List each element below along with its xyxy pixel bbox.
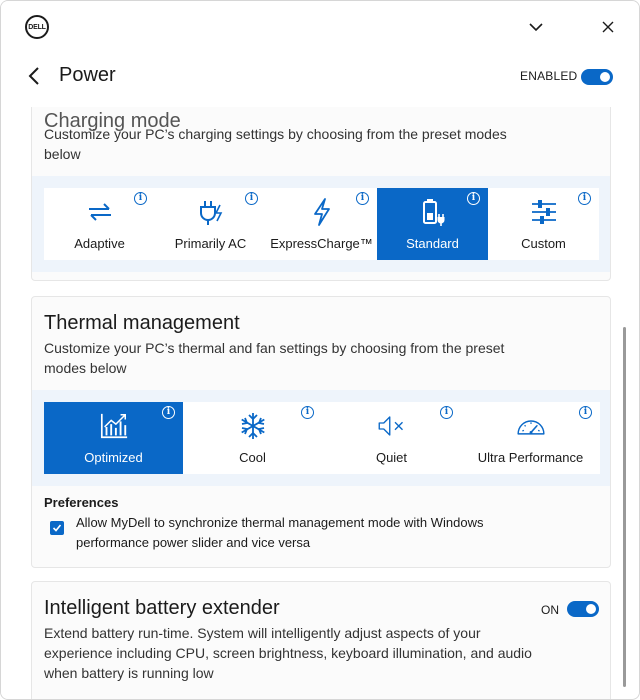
info-icon[interactable]: i	[467, 192, 480, 205]
close-icon	[602, 21, 614, 33]
sync-thermal-label: Allow MyDell to synchronize thermal mana…	[76, 515, 484, 550]
mode-label: Primarily AC	[174, 236, 247, 251]
mode-label: Custom	[521, 236, 566, 251]
lightning-icon	[307, 197, 337, 227]
battery-extender-title: Intelligent battery extender	[44, 597, 280, 619]
charging-mode-band: i Adaptive i Primarily AC i ExpressCharg…	[32, 176, 610, 272]
mode-label: Ultra Performance	[477, 450, 584, 465]
charging-mode-adaptive[interactable]: i Adaptive	[44, 188, 155, 260]
charging-mode-standard[interactable]: i Standard	[377, 188, 488, 260]
back-arrow-icon	[28, 67, 39, 85]
ac-plug-icon	[196, 197, 226, 227]
thermal-mode-optimized[interactable]: i Optimized	[44, 402, 183, 474]
battery-extender-toggle[interactable]	[567, 601, 599, 617]
mode-label: Cool	[239, 450, 266, 465]
mode-label: Optimized	[84, 450, 143, 465]
info-icon[interactable]: i	[301, 406, 314, 419]
sliders-icon	[529, 197, 559, 227]
mydell-window: DELL Power ENABLED Charging mode Customi…	[0, 0, 640, 700]
mode-label: Standard	[406, 236, 459, 251]
battery-extender-card: Intelligent battery extender ON Extend b…	[31, 581, 611, 699]
mode-label: ExpressCharge™	[270, 236, 373, 251]
info-icon[interactable]: i	[578, 192, 591, 205]
info-icon[interactable]: i	[356, 192, 369, 205]
snowflake-icon	[238, 411, 268, 441]
speedometer-icon	[516, 411, 546, 441]
sync-thermal-checkbox[interactable]	[50, 521, 64, 535]
thermal-mode-band: i Optimized i Cool i Quiet i Ultra Perfo…	[32, 390, 610, 486]
minimize-chevron-button[interactable]	[524, 15, 548, 39]
charging-mode-card: Charging mode Customize your PC’s chargi…	[31, 107, 611, 281]
power-enabled-toggle[interactable]	[581, 69, 613, 85]
charging-mode-expresscharge[interactable]: i ExpressCharge™	[266, 188, 377, 260]
battery-plug-icon	[418, 197, 448, 227]
chart-icon	[99, 411, 129, 441]
mode-label: Quiet	[375, 450, 408, 465]
thermal-management-title: Thermal management	[44, 312, 240, 334]
back-button[interactable]	[23, 65, 45, 87]
page-header: Power ENABLED	[1, 53, 639, 107]
thermal-mode-options: i Optimized i Cool i Quiet i Ultra Perfo…	[44, 402, 600, 474]
mode-label: Adaptive	[74, 236, 125, 251]
thermal-mode-ultra-performance[interactable]: i Ultra Performance	[461, 402, 600, 474]
page-title: Power	[59, 64, 116, 86]
enabled-label: ENABLED	[520, 69, 578, 83]
info-icon[interactable]: i	[134, 192, 147, 205]
info-icon[interactable]: i	[440, 406, 453, 419]
adaptive-arrows-icon	[85, 197, 115, 227]
close-button[interactable]	[596, 15, 620, 39]
thermal-mode-cool[interactable]: i Cool	[183, 402, 322, 474]
checkmark-icon	[52, 524, 62, 532]
charging-mode-primarily-ac[interactable]: i Primarily AC	[155, 188, 266, 260]
thermal-mode-quiet[interactable]: i Quiet	[322, 402, 461, 474]
vertical-scrollbar[interactable]	[623, 327, 626, 687]
dell-logo: DELL	[25, 15, 49, 39]
title-bar: DELL	[1, 1, 639, 53]
charging-mode-options: i Adaptive i Primarily AC i ExpressCharg…	[44, 188, 599, 260]
battery-extender-description: Extend battery run-time. System will int…	[44, 625, 532, 681]
speaker-mute-icon	[377, 411, 407, 441]
info-icon[interactable]: i	[245, 192, 258, 205]
battery-extender-on-label: ON	[541, 603, 559, 617]
scroll-content: Charging mode Customize your PC’s chargi…	[1, 107, 639, 699]
charging-mode-custom[interactable]: i Custom	[488, 188, 599, 260]
info-icon[interactable]: i	[162, 406, 175, 419]
thermal-management-card: Thermal management Customize your PC’s t…	[31, 296, 611, 568]
thermal-management-description: Customize your PC’s thermal and fan sett…	[44, 340, 505, 376]
preferences-title: Preferences	[44, 495, 119, 510]
info-icon[interactable]: i	[579, 406, 592, 419]
charging-mode-description: Customize your PC’s charging settings by…	[44, 126, 507, 162]
chevron-down-icon	[529, 23, 543, 32]
